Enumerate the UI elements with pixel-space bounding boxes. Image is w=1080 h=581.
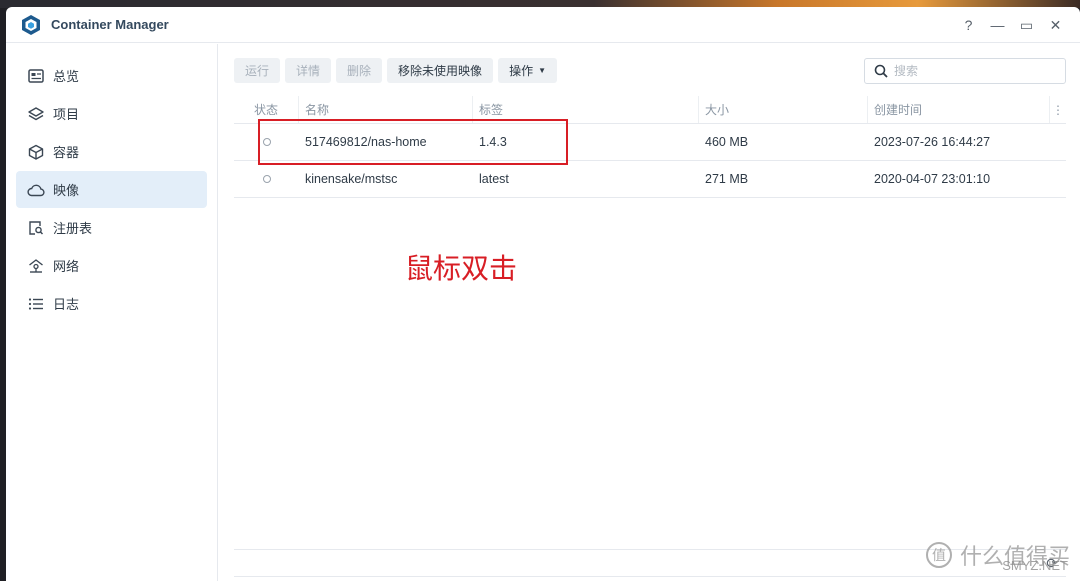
sidebar-item-label: 容器 xyxy=(53,145,80,160)
table-row[interactable]: 517469812/nas-home 1.4.3 460 MB 2023-07-… xyxy=(234,124,1066,161)
sidebar-item-label: 日志 xyxy=(53,297,80,312)
maximize-button[interactable]: ▭ xyxy=(1012,13,1041,37)
images-table: 状态 名称 标签 大小 创建时间 ⋮ 517469812/nas-home 1.… xyxy=(234,96,1066,198)
sidebar-item-registry[interactable]: 注册表 xyxy=(16,209,207,246)
caret-down-icon: ▼ xyxy=(538,66,546,75)
actions-label: 操作 xyxy=(509,64,534,78)
run-button[interactable]: 运行 xyxy=(234,58,281,83)
image-tag: 1.4.3 xyxy=(479,135,507,149)
toolbar: 运行 详情 删除 移除未使用映像 操作 ▼ xyxy=(234,58,557,83)
annotation-text: 鼠标双击 xyxy=(405,252,518,285)
actions-dropdown-button[interactable]: 操作 ▼ xyxy=(498,58,557,83)
container-manager-logo-icon xyxy=(22,14,40,35)
image-created: 2020-04-07 23:01:10 xyxy=(874,172,991,186)
image-created: 2023-07-26 16:44:27 xyxy=(874,135,991,149)
footer-divider-bottom xyxy=(234,576,1066,577)
sidebar-item-log[interactable]: 日志 xyxy=(16,285,207,322)
delete-button[interactable]: 删除 xyxy=(336,58,383,83)
watermark-logo-icon: 值 xyxy=(925,542,952,568)
minimize-button[interactable]: — xyxy=(983,13,1012,37)
app-title: Container Manager xyxy=(51,17,169,32)
status-cell xyxy=(234,161,299,197)
sidebar-item-label: 项目 xyxy=(53,107,80,122)
header-tag[interactable]: 标签 xyxy=(473,96,699,123)
image-size: 460 MB xyxy=(705,135,749,149)
main-panel: 运行 详情 删除 移除未使用映像 操作 ▼ 状态 名称 标签 大小 创建时间 ⋮ xyxy=(219,44,1080,581)
details-button[interactable]: 详情 xyxy=(285,58,332,83)
sidebar-item-images[interactable]: 映像 xyxy=(16,171,207,208)
close-button[interactable]: ✕ xyxy=(1041,13,1070,37)
title-bar: Container Manager ? — ▭ ✕ xyxy=(6,7,1080,43)
app-window: Container Manager ? — ▭ ✕ 总览 项目 容器 映像 注册… xyxy=(6,7,1080,581)
sidebar-item-label: 注册表 xyxy=(53,221,93,236)
table-header: 状态 名称 标签 大小 创建时间 ⋮ xyxy=(234,96,1066,124)
sidebar-item-containers[interactable]: 容器 xyxy=(16,133,207,170)
sidebar-item-overview[interactable]: 总览 xyxy=(16,57,207,94)
column-options-icon[interactable]: ⋮ xyxy=(1050,96,1066,123)
image-name: kinensake/mstsc xyxy=(305,172,398,186)
status-indicator-icon xyxy=(262,175,271,183)
sidebar-item-label: 网络 xyxy=(53,259,80,274)
window-controls: ? — ▭ ✕ xyxy=(954,7,1070,43)
sidebar-item-network[interactable]: 网络 xyxy=(16,247,207,284)
status-indicator-icon xyxy=(262,138,271,146)
network-home-icon xyxy=(27,257,45,275)
layers-icon xyxy=(27,105,45,123)
list-icon xyxy=(27,295,45,313)
header-name[interactable]: 名称 xyxy=(299,96,473,123)
sidebar-item-label: 映像 xyxy=(53,183,80,198)
header-size[interactable]: 大小 xyxy=(699,96,868,123)
sidebar: 总览 项目 容器 映像 注册表 网络 日志 xyxy=(6,44,218,581)
image-size: 271 MB xyxy=(705,172,749,186)
status-cell xyxy=(234,124,299,160)
row-spacer xyxy=(1050,161,1066,197)
header-status[interactable]: 状态 xyxy=(234,96,299,123)
header-created[interactable]: 创建时间 xyxy=(868,96,1050,123)
registry-search-icon xyxy=(27,219,45,237)
search-icon xyxy=(874,64,888,78)
remove-unused-images-button[interactable]: 移除未使用映像 xyxy=(387,58,494,83)
image-name: 517469812/nas-home xyxy=(305,135,427,149)
table-row[interactable]: kinensake/mstsc latest 271 MB 2020-04-07… xyxy=(234,161,1066,198)
sidebar-item-projects[interactable]: 项目 xyxy=(16,95,207,132)
search-box[interactable] xyxy=(864,58,1066,84)
watermark-site: SMYZ.NET xyxy=(1002,558,1068,573)
cloud-icon xyxy=(27,181,45,199)
image-tag: latest xyxy=(479,172,509,186)
search-input[interactable] xyxy=(894,64,1054,78)
sidebar-item-label: 总览 xyxy=(53,69,80,84)
help-button[interactable]: ? xyxy=(954,13,983,37)
cube-icon xyxy=(27,143,45,161)
row-spacer xyxy=(1050,124,1066,160)
overview-icon xyxy=(27,67,45,85)
